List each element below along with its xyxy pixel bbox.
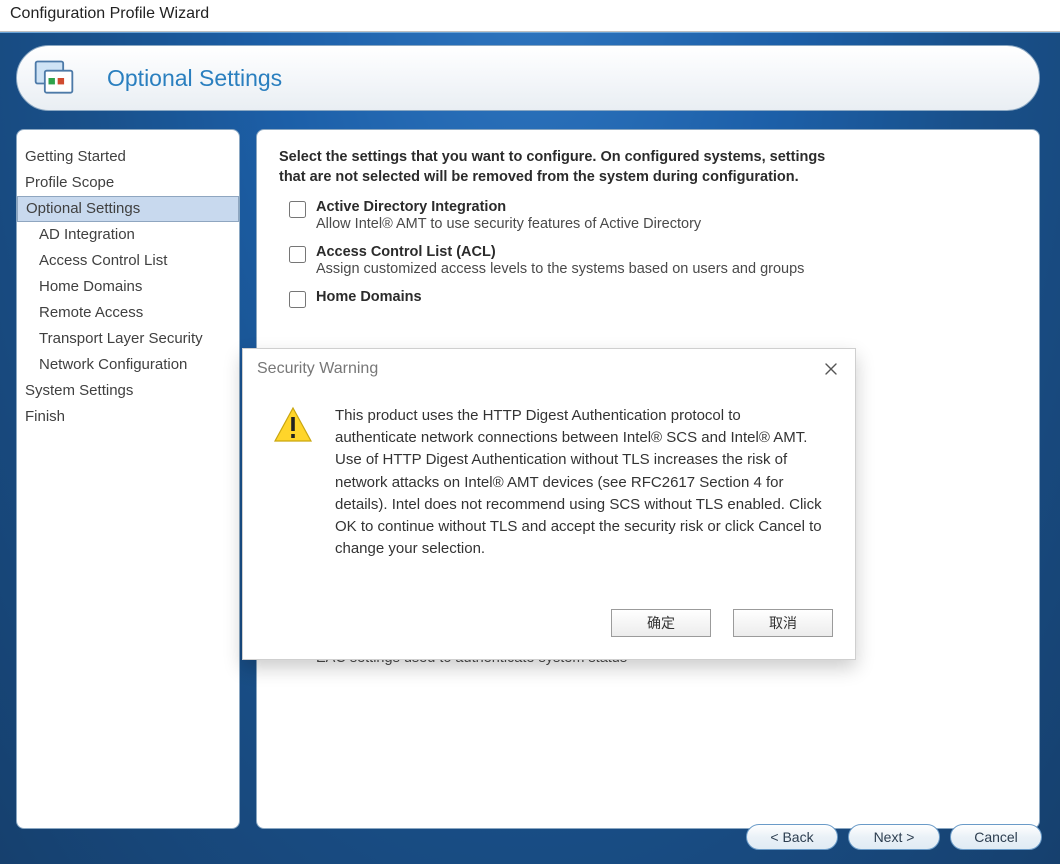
next-button[interactable]: Next > (848, 824, 940, 850)
warning-icon (273, 405, 317, 560)
wizard-header-icon (27, 51, 81, 105)
option-title: Home Domains (316, 289, 422, 305)
dialog-buttons: 确定 取消 (611, 609, 833, 637)
option-text: Active Directory Integration Allow Intel… (316, 199, 701, 232)
close-icon[interactable] (821, 359, 841, 379)
dialog-body: This product uses the HTTP Digest Authen… (243, 387, 855, 560)
checkbox-acl[interactable] (289, 246, 306, 263)
wizard-header: Optional Settings (16, 45, 1040, 111)
wizard-footer: < Back Next > Cancel (746, 824, 1042, 850)
sidebar-item-ad-integration[interactable]: AD Integration (17, 222, 239, 248)
option-acl: Access Control List (ACL) Assign customi… (279, 244, 1017, 277)
sidebar-item-finish[interactable]: Finish (17, 404, 239, 430)
dialog-cancel-button[interactable]: 取消 (733, 609, 833, 637)
dialog-ok-button[interactable]: 确定 (611, 609, 711, 637)
option-home-domains: Home Domains (279, 289, 1017, 308)
option-desc: Allow Intel® AMT to use security feature… (316, 216, 701, 232)
sidebar-item-home-domains[interactable]: Home Domains (17, 274, 239, 300)
sidebar-list: Getting Started Profile Scope Optional S… (17, 144, 239, 430)
window-titlebar: Configuration Profile Wizard (0, 0, 1060, 32)
option-text: Home Domains (316, 289, 422, 305)
sidebar-item-network-configuration[interactable]: Network Configuration (17, 352, 239, 378)
option-title: Active Directory Integration (316, 199, 701, 215)
option-text: Access Control List (ACL) Assign customi… (316, 244, 804, 277)
intro-line1: Select the settings that you want to con… (279, 149, 825, 165)
option-desc: Assign customized access levels to the s… (316, 261, 804, 277)
checkbox-ad-integration[interactable] (289, 201, 306, 218)
dialog-titlebar: Security Warning (243, 349, 855, 387)
sidebar-item-system-settings[interactable]: System Settings (17, 378, 239, 404)
sidebar-item-access-control-list[interactable]: Access Control List (17, 248, 239, 274)
option-ad-integration: Active Directory Integration Allow Intel… (279, 199, 1017, 232)
sidebar-item-optional-settings[interactable]: Optional Settings (17, 196, 239, 222)
option-title: Access Control List (ACL) (316, 244, 804, 260)
back-button[interactable]: < Back (746, 824, 838, 850)
content-intro: Select the settings that you want to con… (279, 148, 1017, 187)
window-title: Configuration Profile Wizard (10, 5, 209, 22)
page-title: Optional Settings (107, 65, 282, 92)
cancel-button[interactable]: Cancel (950, 824, 1042, 850)
security-warning-dialog: Security Warning This product uses the H… (242, 348, 856, 660)
sidebar-item-getting-started[interactable]: Getting Started (17, 144, 239, 170)
wizard-sidebar: Getting Started Profile Scope Optional S… (16, 129, 240, 829)
intro-line2: that are not selected will be removed fr… (279, 169, 799, 185)
sidebar-item-remote-access[interactable]: Remote Access (17, 300, 239, 326)
sidebar-item-profile-scope[interactable]: Profile Scope (17, 170, 239, 196)
sidebar-item-transport-layer-security[interactable]: Transport Layer Security (17, 326, 239, 352)
checkbox-home-domains[interactable] (289, 291, 306, 308)
dialog-message: This product uses the HTTP Digest Authen… (335, 405, 825, 560)
dialog-title: Security Warning (257, 360, 378, 378)
